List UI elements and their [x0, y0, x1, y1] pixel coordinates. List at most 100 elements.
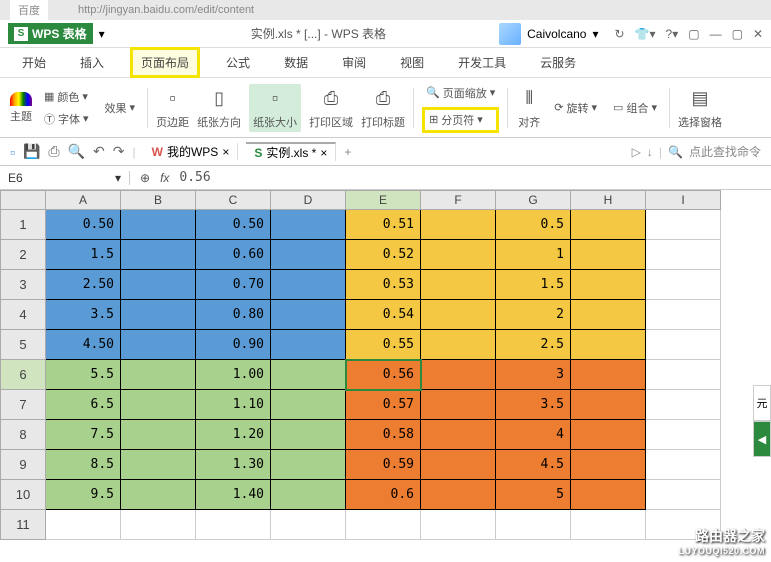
cell-B2[interactable]	[121, 240, 196, 270]
cell-D7[interactable]	[271, 390, 346, 420]
cell-F10[interactable]	[421, 480, 496, 510]
cell-G5[interactable]: 2.5	[496, 330, 571, 360]
cell-B4[interactable]	[121, 300, 196, 330]
cell-D3[interactable]	[271, 270, 346, 300]
col-header-D[interactable]: D	[271, 190, 346, 210]
cell-F3[interactable]	[421, 270, 496, 300]
cell-C11[interactable]	[196, 510, 271, 540]
cell-F11[interactable]	[421, 510, 496, 540]
fx-label[interactable]: fx	[160, 171, 169, 185]
new-icon[interactable]: ▫	[10, 144, 15, 160]
cell-A2[interactable]: 1.5	[46, 240, 121, 270]
cell-E7[interactable]: 0.57	[346, 390, 421, 420]
user-name[interactable]: Caivolcano	[527, 27, 586, 41]
cell-B6[interactable]	[121, 360, 196, 390]
cell-A7[interactable]: 6.5	[46, 390, 121, 420]
row-header-11[interactable]: 11	[0, 510, 46, 540]
cell-H8[interactable]	[571, 420, 646, 450]
restore-icon[interactable]: —	[710, 27, 722, 41]
menu-dev[interactable]: 开发工具	[450, 50, 514, 75]
cell-D11[interactable]	[271, 510, 346, 540]
col-header-I[interactable]: I	[646, 190, 721, 210]
cell-H9[interactable]	[571, 450, 646, 480]
cell-G11[interactable]	[496, 510, 571, 540]
cell-D4[interactable]	[271, 300, 346, 330]
down-icon[interactable]: ↓	[647, 145, 653, 159]
cell-E10[interactable]: 0.6	[346, 480, 421, 510]
cell-I9[interactable]	[646, 450, 721, 480]
cell-G6[interactable]: 3	[496, 360, 571, 390]
cell-C4[interactable]: 0.80	[196, 300, 271, 330]
print-icon[interactable]: ⎙	[48, 143, 59, 160]
redo-icon[interactable]: ↷	[113, 143, 125, 160]
cell-F1[interactable]	[421, 210, 496, 240]
cell-D10[interactable]	[271, 480, 346, 510]
trace-icon[interactable]: ⊕	[140, 171, 150, 185]
cell-E2[interactable]: 0.52	[346, 240, 421, 270]
cell-E4[interactable]: 0.54	[346, 300, 421, 330]
row-header-3[interactable]: 3	[0, 270, 46, 300]
cell-C9[interactable]: 1.30	[196, 450, 271, 480]
row-header-10[interactable]: 10	[0, 480, 46, 510]
col-header-F[interactable]: F	[421, 190, 496, 210]
cell-C10[interactable]: 1.40	[196, 480, 271, 510]
user-avatar[interactable]	[499, 23, 521, 45]
cell-A10[interactable]: 9.5	[46, 480, 121, 510]
cell-G2[interactable]: 1	[496, 240, 571, 270]
cell-B8[interactable]	[121, 420, 196, 450]
zoom-button[interactable]: 🔍 页面缩放▾	[422, 83, 499, 103]
cell-I1[interactable]	[646, 210, 721, 240]
cell-G7[interactable]: 3.5	[496, 390, 571, 420]
cell-E8[interactable]: 0.58	[346, 420, 421, 450]
printtitle-button[interactable]: ⎙打印标题	[361, 86, 405, 130]
name-box[interactable]: E6 ▾	[0, 171, 130, 185]
row-header-1[interactable]: 1	[0, 210, 46, 240]
breaks-button[interactable]: ⊞ 分页符▾	[422, 107, 499, 133]
menu-data[interactable]: 数据	[276, 50, 316, 75]
color-button[interactable]: ▦ 颜色▾	[40, 87, 93, 107]
cell-G4[interactable]: 2	[496, 300, 571, 330]
row-header-8[interactable]: 8	[0, 420, 46, 450]
cell-A8[interactable]: 7.5	[46, 420, 121, 450]
cell-F8[interactable]	[421, 420, 496, 450]
row-header-7[interactable]: 7	[0, 390, 46, 420]
browser-tab[interactable]: 百度	[10, 0, 48, 20]
cell-A9[interactable]: 8.5	[46, 450, 121, 480]
cell-I4[interactable]	[646, 300, 721, 330]
cell-B1[interactable]	[121, 210, 196, 240]
cell-H10[interactable]	[571, 480, 646, 510]
close-icon[interactable]: ✕	[753, 27, 763, 41]
menu-review[interactable]: 审阅	[334, 50, 374, 75]
dropdown-icon[interactable]: ▾	[99, 27, 105, 41]
cell-A3[interactable]: 2.50	[46, 270, 121, 300]
cell-G9[interactable]: 4.5	[496, 450, 571, 480]
cell-B3[interactable]	[121, 270, 196, 300]
tab-close-icon[interactable]: ×	[222, 145, 229, 159]
menu-formula[interactable]: 公式	[218, 50, 258, 75]
bookmark-icon[interactable]: ▷	[632, 145, 641, 159]
group-button[interactable]: ▭ 组合▾	[609, 98, 661, 118]
cell-C3[interactable]: 0.70	[196, 270, 271, 300]
col-header-G[interactable]: G	[496, 190, 571, 210]
cell-H11[interactable]	[571, 510, 646, 540]
select-all-corner[interactable]	[0, 190, 46, 210]
cell-G8[interactable]: 4	[496, 420, 571, 450]
cell-G10[interactable]: 5	[496, 480, 571, 510]
cell-E6[interactable]: 0.56	[346, 360, 421, 390]
rotate-button[interactable]: ⟳ 旋转▾	[550, 98, 601, 118]
cell-F6[interactable]	[421, 360, 496, 390]
col-header-A[interactable]: A	[46, 190, 121, 210]
minimize-icon[interactable]: ▢	[688, 27, 699, 41]
cell-F7[interactable]	[421, 390, 496, 420]
cell-I6[interactable]	[646, 360, 721, 390]
cell-A11[interactable]	[46, 510, 121, 540]
cell-H5[interactable]	[571, 330, 646, 360]
cell-D1[interactable]	[271, 210, 346, 240]
tab-close-icon[interactable]: ×	[320, 146, 327, 160]
size-button[interactable]: ▫纸张大小	[249, 84, 301, 132]
undo-icon[interactable]: ↶	[93, 143, 105, 160]
cell-H4[interactable]	[571, 300, 646, 330]
cell-F2[interactable]	[421, 240, 496, 270]
cell-H1[interactable]	[571, 210, 646, 240]
orient-button[interactable]: ▯纸张方向	[197, 86, 241, 130]
